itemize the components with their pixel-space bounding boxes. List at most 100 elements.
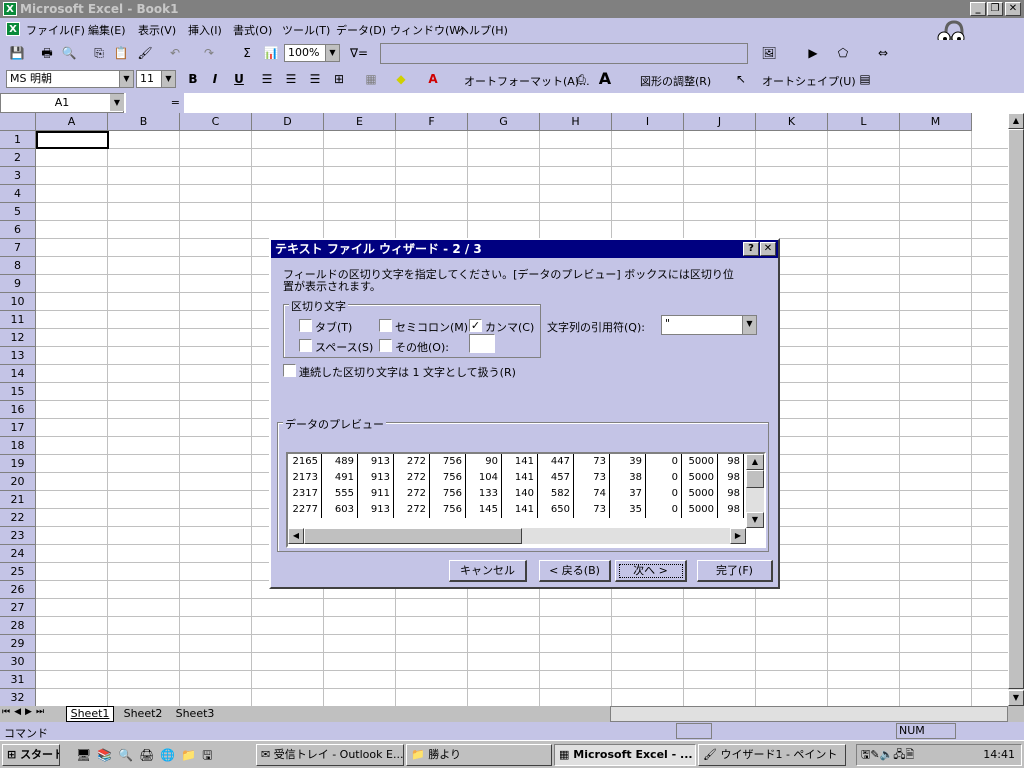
- row-header[interactable]: 23: [0, 527, 36, 545]
- chevron-down-icon[interactable]: ▼: [110, 94, 124, 111]
- scroll-up-icon[interactable]: ▲: [1008, 113, 1024, 129]
- consecutive-checkbox[interactable]: [283, 364, 296, 377]
- autoshape-menu[interactable]: オートシェイプ(U): [762, 73, 856, 89]
- chevron-down-icon[interactable]: ▼: [742, 316, 756, 334]
- row-header[interactable]: 12: [0, 329, 36, 347]
- zoom-combo[interactable]: 100% ▼: [284, 44, 340, 62]
- menu-data[interactable]: データ(D): [336, 22, 386, 38]
- row-header[interactable]: 32: [0, 689, 36, 706]
- quick-launch-icons[interactable]: 🖥📚🔍🖨🌐📁🖫: [76, 746, 218, 767]
- row-header[interactable]: 1: [0, 131, 36, 149]
- scroll-right-icon[interactable]: ▶: [730, 528, 746, 544]
- column-header[interactable]: G: [468, 113, 540, 131]
- column-header[interactable]: F: [396, 113, 468, 131]
- column-header[interactable]: B: [108, 113, 180, 131]
- preview-vscroll[interactable]: ▲ ▼: [746, 454, 764, 528]
- row-header[interactable]: 19: [0, 455, 36, 473]
- undo-icon[interactable]: ↶: [164, 43, 186, 64]
- row-header[interactable]: 27: [0, 599, 36, 617]
- borders-icon[interactable]: ▦: [360, 69, 382, 90]
- restore-button[interactable]: ❐: [987, 2, 1003, 16]
- textbox-icon[interactable]: ▤: [854, 69, 876, 90]
- formula-equals[interactable]: =: [126, 93, 184, 113]
- filter-button[interactable]: ∇=: [344, 43, 374, 64]
- row-header[interactable]: 28: [0, 617, 36, 635]
- space-checkbox[interactable]: [299, 339, 312, 352]
- name-box[interactable]: A1: [0, 93, 124, 113]
- row-header[interactable]: 15: [0, 383, 36, 401]
- horizontal-scrollbar[interactable]: [610, 706, 1008, 722]
- task-paint[interactable]: 🖌 ウイザード1 - ペイント: [698, 744, 846, 766]
- print-icon[interactable]: 🖶: [36, 43, 58, 64]
- scroll-thumb[interactable]: [746, 470, 764, 488]
- active-cell[interactable]: [36, 131, 109, 149]
- row-header[interactable]: 11: [0, 311, 36, 329]
- redo-icon[interactable]: ↷: [198, 43, 220, 64]
- tab-checkbox[interactable]: [299, 319, 312, 332]
- pointer-icon[interactable]: ↖: [730, 69, 752, 90]
- shape-adjust-menu[interactable]: 図形の調整(R): [640, 73, 711, 89]
- menu-window[interactable]: ウィンドウ(W): [390, 22, 464, 38]
- row-header[interactable]: 8: [0, 257, 36, 275]
- row-header[interactable]: 26: [0, 581, 36, 599]
- row-header[interactable]: 9: [0, 275, 36, 293]
- help-button[interactable]: ?: [743, 242, 759, 256]
- copy-format-icon[interactable]: ⎙: [570, 69, 592, 90]
- column-header[interactable]: A: [36, 113, 108, 131]
- row-header[interactable]: 30: [0, 653, 36, 671]
- autosum-button[interactable]: Σ: [236, 43, 258, 64]
- column-header[interactable]: L: [828, 113, 900, 131]
- column-header[interactable]: C: [180, 113, 252, 131]
- font-combo[interactable]: MS 明朝 ▼: [6, 70, 134, 88]
- select-all-corner[interactable]: [0, 113, 36, 131]
- format-painter-icon[interactable]: 🖌: [134, 43, 156, 64]
- next-button[interactable]: 次へ >: [615, 560, 687, 582]
- align-center-icon[interactable]: ☰: [280, 69, 302, 90]
- other-checkbox[interactable]: [379, 339, 392, 352]
- clock[interactable]: 14:41: [983, 745, 1015, 765]
- fill-color-icon[interactable]: ◆: [390, 69, 412, 90]
- wordart-icon[interactable]: A: [594, 69, 616, 90]
- vertical-scrollbar[interactable]: ▲ ▼: [1008, 113, 1024, 706]
- print-preview-icon[interactable]: 🔍: [58, 43, 80, 64]
- tab-sheet2[interactable]: Sheet2: [118, 707, 168, 721]
- column-header[interactable]: M: [900, 113, 972, 131]
- semicolon-checkbox[interactable]: [379, 319, 392, 332]
- column-header[interactable]: H: [540, 113, 612, 131]
- menu-insert[interactable]: 挿入(I): [188, 22, 222, 38]
- tab-sheet3[interactable]: Sheet3: [170, 707, 220, 721]
- scroll-left-icon[interactable]: ◀: [288, 528, 304, 544]
- tray-icons[interactable]: 🖫✎🔈🖧🗎: [861, 748, 914, 761]
- row-header[interactable]: 14: [0, 365, 36, 383]
- row-header[interactable]: 10: [0, 293, 36, 311]
- chevron-down-icon[interactable]: ▼: [161, 71, 175, 87]
- column-header[interactable]: E: [324, 113, 396, 131]
- back-button[interactable]: < 戻る(B): [539, 560, 611, 582]
- start-button[interactable]: ⊞ スタート: [2, 744, 60, 766]
- finish-button[interactable]: 完了(F): [697, 560, 773, 582]
- formula-input[interactable]: [184, 93, 1024, 113]
- row-header[interactable]: 7: [0, 239, 36, 257]
- row-header[interactable]: 2: [0, 149, 36, 167]
- column-header[interactable]: D: [252, 113, 324, 131]
- scroll-thumb[interactable]: [304, 528, 522, 544]
- row-header[interactable]: 21: [0, 491, 36, 509]
- row-header[interactable]: 31: [0, 671, 36, 689]
- row-header[interactable]: 17: [0, 419, 36, 437]
- tab-sheet1[interactable]: Sheet1: [66, 706, 114, 722]
- scroll-down-icon[interactable]: ▼: [1008, 690, 1024, 706]
- scroll-down-icon[interactable]: ▼: [746, 512, 764, 528]
- align-left-icon[interactable]: ☰: [256, 69, 278, 90]
- dialog-close-button[interactable]: ✕: [760, 242, 776, 256]
- resize-icon[interactable]: ⇔: [872, 43, 894, 64]
- chart-wizard-icon[interactable]: 📊: [260, 43, 282, 64]
- chevron-down-icon[interactable]: ▼: [325, 45, 339, 61]
- row-header[interactable]: 29: [0, 635, 36, 653]
- cancel-button[interactable]: キャンセル: [449, 560, 527, 582]
- image-icon[interactable]: 🖼: [758, 43, 780, 64]
- column-header[interactable]: K: [756, 113, 828, 131]
- menu-view[interactable]: 表示(V): [138, 22, 176, 38]
- font-size-combo[interactable]: 11 ▼: [136, 70, 176, 88]
- row-header[interactable]: 6: [0, 221, 36, 239]
- scroll-thumb[interactable]: [1008, 129, 1024, 689]
